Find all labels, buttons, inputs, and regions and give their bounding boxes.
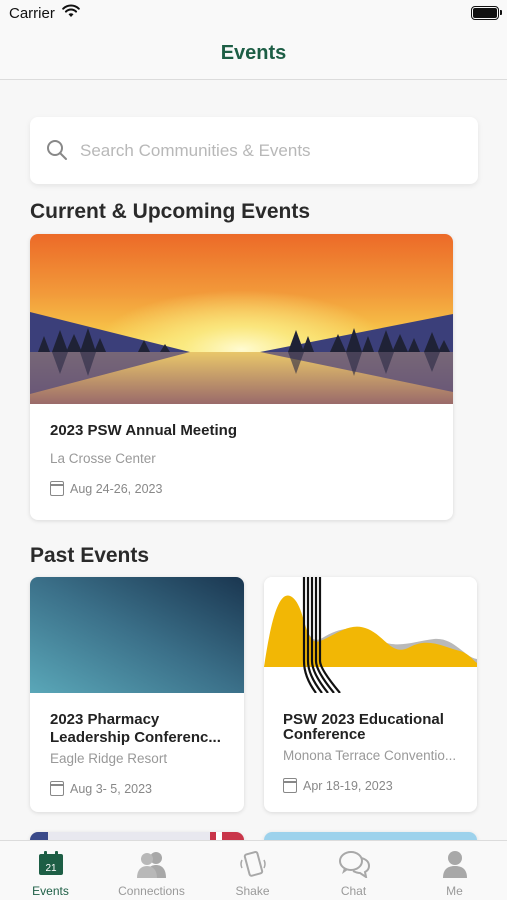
tab-chat[interactable]: Chat: [303, 841, 404, 900]
teal-gradient-image: [30, 577, 244, 693]
calendar-icon: [283, 778, 297, 793]
page-title: Events: [220, 42, 287, 64]
event-location: La Crosse Center: [50, 451, 156, 466]
event-title-line2: Conference: [283, 726, 366, 743]
navigation-bar: Events: [0, 30, 507, 80]
abstract-conference-image: [264, 577, 477, 693]
phone-shake-icon: [239, 851, 266, 877]
status-bar: Carrier: [0, 0, 507, 30]
tab-label: Events: [32, 884, 69, 898]
calendar-icon: [50, 481, 64, 496]
tab-label: Connections: [118, 884, 185, 898]
sunset-lake-image: [30, 234, 453, 404]
event-date: Aug 3- 5, 2023: [70, 781, 153, 796]
event-location: Eagle Ridge Resort: [50, 751, 168, 766]
tab-connections[interactable]: Connections: [101, 841, 202, 900]
event-date: Apr 18-19, 2023: [303, 778, 393, 793]
people-icon: [136, 852, 166, 878]
tab-me[interactable]: Me: [404, 841, 505, 900]
wifi-icon: [62, 4, 80, 17]
chat-bubbles-icon: [338, 851, 370, 878]
events-screen: Carrier Events Search Communities & Even…: [0, 0, 507, 900]
battery-icon: [471, 6, 502, 20]
section-title-current: Current & Upcoming Events: [30, 200, 311, 223]
event-card-past-2[interactable]: PSW 2023 Educational Conference Monona T…: [264, 577, 477, 812]
event-card-past-1[interactable]: 2023 Pharmacy Leadership Conferenc... Ea…: [30, 577, 244, 812]
search-placeholder: Search Communities & Events: [80, 141, 311, 160]
tab-shake[interactable]: Shake: [202, 841, 303, 900]
tab-events[interactable]: 21 Events: [0, 841, 101, 900]
tab-label: Shake: [235, 884, 270, 898]
tab-label: Chat: [340, 884, 367, 898]
calendar-badge: 21: [45, 863, 57, 874]
calendar-icon: [50, 781, 64, 796]
event-title: 2023 PSW Annual Meeting: [50, 422, 237, 439]
event-date: Aug 24-26, 2023: [70, 481, 163, 496]
event-date-row: Aug 3- 5, 2023: [50, 781, 152, 796]
search-input[interactable]: Search Communities & Events: [30, 117, 478, 184]
tab-bar: 21 Events Connections Shake Chat Me: [0, 840, 507, 900]
search-icon: [47, 140, 67, 160]
event-title-line1: 2023 Pharmacy: [50, 711, 160, 728]
section-title-past: Past Events: [30, 544, 150, 567]
person-icon: [442, 851, 467, 878]
calendar-icon: 21: [38, 851, 63, 875]
event-card-current[interactable]: 2023 PSW Annual Meeting La Crosse Center…: [30, 234, 453, 520]
event-title-line2: Leadership Conferenc...: [50, 729, 221, 746]
event-location: Monona Terrace Conventio...: [283, 748, 457, 763]
carrier-label: Carrier: [9, 5, 55, 22]
event-date-row: Apr 18-19, 2023: [283, 778, 393, 793]
tab-label: Me: [446, 884, 463, 898]
event-date-row: Aug 24-26, 2023: [50, 481, 162, 496]
